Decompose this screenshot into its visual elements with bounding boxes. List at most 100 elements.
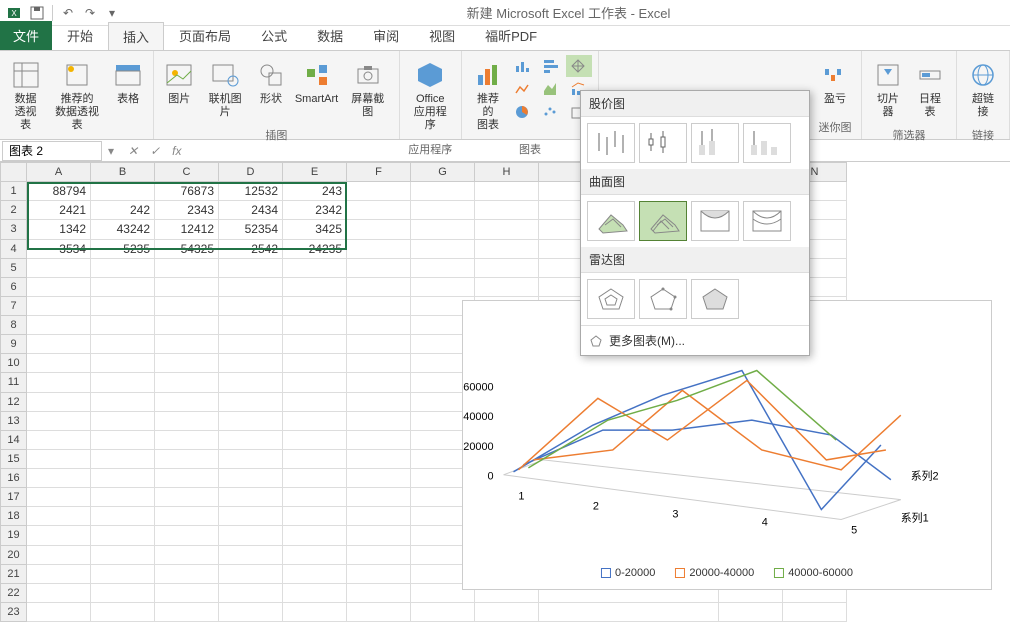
row-header[interactable]: 22 [1,583,27,602]
fx-icon[interactable]: fx [168,144,185,158]
surface-wireframe-contour-option[interactable] [743,201,791,241]
cell[interactable]: 52354 [219,220,283,239]
radar-option-1[interactable] [587,279,635,319]
undo-icon[interactable]: ↶ [59,4,77,22]
cell[interactable] [475,220,539,239]
tab-layout[interactable]: 页面布局 [164,21,246,50]
more-charts-button[interactable]: 更多图表(M)... [581,325,809,355]
row-header[interactable]: 6 [1,277,27,296]
tab-view[interactable]: 视图 [414,21,470,50]
qat-dropdown-icon[interactable]: ▾ [103,4,121,22]
cell[interactable]: 76873 [155,182,219,201]
screenshot-button[interactable]: 屏幕截图 [343,55,393,123]
column-chart-icon[interactable] [510,55,536,77]
row-header[interactable]: 11 [1,373,27,392]
cell[interactable] [411,239,475,258]
row-header[interactable]: 2 [1,201,27,220]
cell[interactable]: 242 [91,201,155,220]
row-header[interactable]: 7 [1,296,27,315]
cancel-formula-icon[interactable]: ✕ [124,144,142,158]
row-header[interactable]: 5 [1,258,27,277]
row-header[interactable]: 9 [1,335,27,354]
radar-option-3[interactable] [691,279,739,319]
cell[interactable]: 12532 [219,182,283,201]
cell[interactable]: 3534 [27,239,91,258]
scatter-chart-icon[interactable] [538,101,564,123]
row-header[interactable]: 15 [1,449,27,468]
col-header-H[interactable]: H [475,163,539,182]
cell[interactable] [27,258,91,277]
bar-chart-icon[interactable] [538,55,564,77]
row-header[interactable]: 12 [1,392,27,411]
row-header[interactable]: 4 [1,239,27,258]
stock-chart-option-2[interactable] [639,123,687,163]
row-header[interactable]: 17 [1,488,27,507]
name-box[interactable] [2,141,102,161]
namebox-dropdown-icon[interactable]: ▾ [104,144,118,158]
cell[interactable] [91,258,155,277]
enter-formula-icon[interactable]: ✓ [146,144,164,158]
surface-contour-option[interactable] [691,201,739,241]
cell[interactable] [475,182,539,201]
pie-chart-icon[interactable] [510,101,536,123]
cell[interactable]: 243 [283,182,347,201]
col-header-D[interactable]: D [219,163,283,182]
picture-button[interactable]: 图片 [160,55,198,110]
cell[interactable]: 5235 [91,239,155,258]
col-header-B[interactable]: B [91,163,155,182]
hyperlink-button[interactable]: 超链接 [963,55,1003,123]
cell[interactable]: 2421 [27,201,91,220]
cell[interactable] [91,182,155,201]
cell[interactable] [155,258,219,277]
row-header[interactable]: 10 [1,354,27,373]
row-header[interactable]: 18 [1,507,27,526]
cell[interactable] [411,182,475,201]
row-header[interactable]: 21 [1,564,27,583]
line-chart-icon[interactable] [510,78,536,100]
tab-file[interactable]: 文件 [0,21,52,50]
cell[interactable]: 88794 [27,182,91,201]
radar-option-2[interactable] [639,279,687,319]
cell[interactable]: 2542 [219,239,283,258]
stock-surface-radar-icon[interactable] [566,55,592,77]
cell[interactable]: 2343 [155,201,219,220]
slicer-button[interactable]: 切片器 [868,55,908,123]
cell[interactable]: 1342 [27,220,91,239]
tab-formula[interactable]: 公式 [246,21,302,50]
area-chart-icon[interactable] [538,78,564,100]
row-header[interactable]: 19 [1,526,27,545]
row-header[interactable]: 13 [1,411,27,430]
cell[interactable] [347,201,411,220]
col-header-E[interactable]: E [283,163,347,182]
surface-wireframe-3d-option[interactable] [639,201,687,241]
cell[interactable] [283,258,347,277]
select-all-corner[interactable] [1,163,27,182]
recommended-charts-button[interactable]: 推荐的 图表 [468,55,508,137]
surface-3d-option[interactable] [587,201,635,241]
online-picture-button[interactable]: 联机图片 [200,55,250,123]
cell[interactable] [347,239,411,258]
stock-chart-option-3[interactable] [691,123,739,163]
tab-foxit[interactable]: 福昕PDF [470,21,552,50]
row-header[interactable]: 14 [1,430,27,449]
table-button[interactable]: 表格 [109,55,147,110]
pivot-table-button[interactable]: 数据 透视表 [6,55,45,137]
recommended-pivot-button[interactable]: 推荐的 数据透视表 [47,55,107,137]
cell[interactable] [347,182,411,201]
cell[interactable]: 54325 [155,239,219,258]
col-header-G[interactable]: G [411,163,475,182]
col-header-C[interactable]: C [155,163,219,182]
timeline-button[interactable]: 日程表 [910,55,950,123]
sparkline-winloss-button[interactable]: 盈亏 [815,55,855,110]
cell[interactable] [411,201,475,220]
cell[interactable] [475,239,539,258]
row-header[interactable]: 1 [1,182,27,201]
tab-insert[interactable]: 插入 [108,22,164,50]
cell[interactable]: 2434 [219,201,283,220]
save-icon[interactable] [28,4,46,22]
cell[interactable]: 24235 [283,239,347,258]
row-header[interactable]: 20 [1,545,27,564]
cell[interactable]: 2342 [283,201,347,220]
cell[interactable] [347,220,411,239]
col-header-F[interactable]: F [347,163,411,182]
